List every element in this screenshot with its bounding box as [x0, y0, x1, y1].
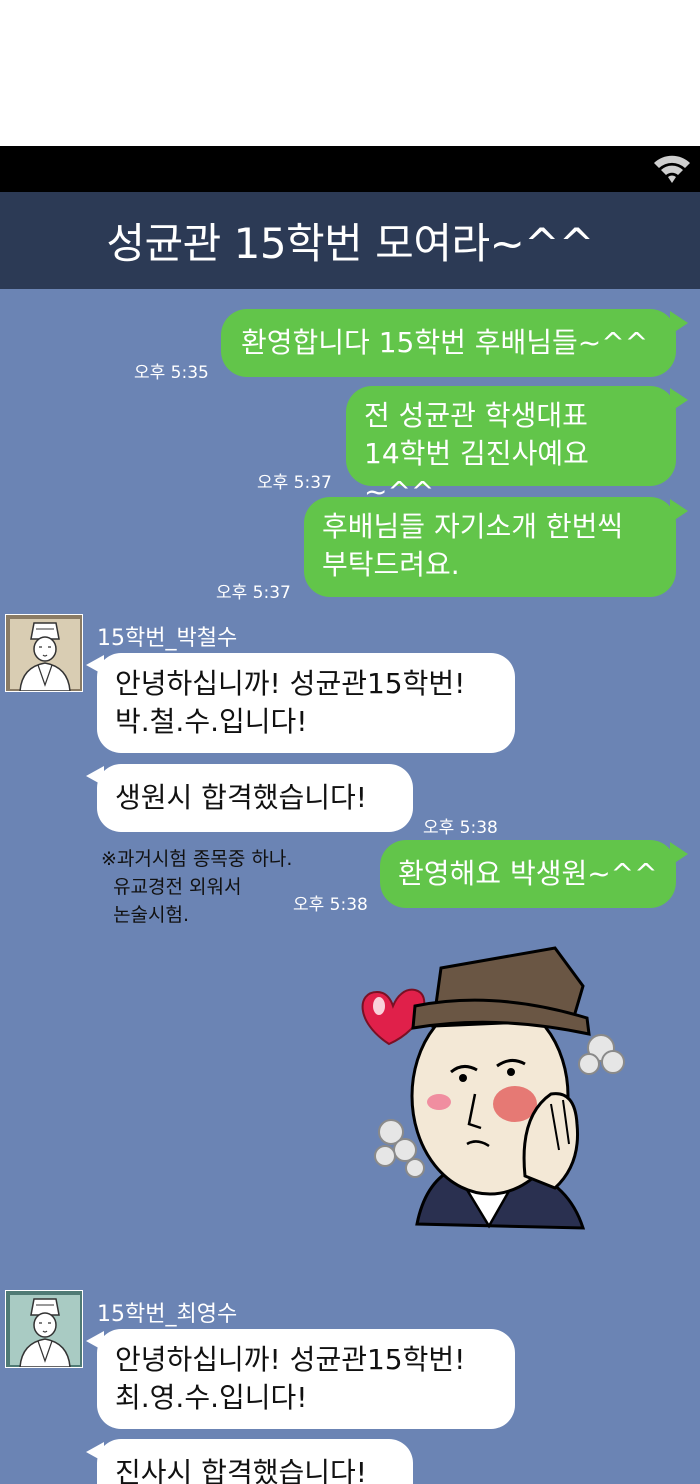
- chat-header: 성균관 15학번 모여라~^^: [0, 192, 700, 289]
- message-text-line: 안녕하십니까! 성균관15학번!: [115, 667, 466, 700]
- avatar-scholar-icon: [6, 615, 82, 691]
- sender-name: 15학번_박철수: [97, 626, 238, 651]
- incoming-message[interactable]: 생원시 합격했습니다!: [97, 764, 413, 832]
- message-time: 오후 5:35: [134, 363, 209, 383]
- message-time: 오후 5:37: [216, 583, 291, 603]
- outgoing-message[interactable]: 환영해요 박생원~^^: [380, 840, 676, 908]
- avatar[interactable]: [5, 1290, 83, 1368]
- chat-room-title: 성균관 15학번 모여라~^^: [106, 219, 594, 268]
- incoming-message[interactable]: 진사시 합격했습니다!: [97, 1439, 413, 1484]
- bubble-tail: [670, 842, 688, 866]
- message-text-line: 부탁드려요.: [322, 548, 460, 581]
- incoming-message[interactable]: 안녕하십니까! 성균관15학번! 박.철.수.입니다!: [97, 653, 515, 753]
- outgoing-message[interactable]: 전 성균관 학생대표 14학번 김진사예요~^^: [346, 386, 676, 508]
- wifi-icon: [654, 155, 690, 183]
- status-bar: [0, 146, 700, 192]
- avatar-scholar-icon: [6, 1291, 82, 1367]
- bubble-tail: [670, 499, 688, 523]
- message-text: 환영해요 박생원~^^: [398, 857, 658, 890]
- sender-name: 15학번_최영수: [97, 1302, 238, 1327]
- avatar[interactable]: [5, 614, 83, 692]
- top-blank-area: [0, 0, 700, 146]
- message-text-line: 전 성균관 학생대표: [364, 399, 588, 432]
- message-text-line: 후배님들 자기소개 한번씩: [322, 510, 624, 543]
- bubble-tail: [670, 388, 688, 412]
- outgoing-message[interactable]: 후배님들 자기소개 한번씩 부탁드려요.: [304, 497, 676, 597]
- incoming-message[interactable]: 안녕하십니까! 성균관15학번! 최.영.수.입니다!: [97, 1329, 515, 1429]
- message-text-line: 최.영.수.입니다!: [115, 1381, 308, 1414]
- message-time: 오후 5:38: [293, 895, 368, 915]
- footnote-annotation: ※과거시험 종목중 하나. 유교경전 외워서 논술시험.: [101, 848, 293, 926]
- bubble-tail: [670, 311, 688, 335]
- message-text: 생원시 합격했습니다!: [115, 781, 367, 814]
- chat-area[interactable]: 오후 5:35 환영합니다 15학번 후배님들~^^ 오후 5:37 전 성균관…: [0, 289, 700, 1484]
- outgoing-message[interactable]: 환영합니다 15학번 후배님들~^^: [221, 309, 676, 377]
- message-time: 오후 5:38: [423, 818, 498, 838]
- message-text: 환영합니다 15학번 후배님들~^^: [241, 326, 649, 359]
- message-text: 진사시 합격했습니다!: [115, 1456, 367, 1484]
- sticker-scholar-blushing[interactable]: [355, 944, 635, 1254]
- message-text-line: 박.철.수.입니다!: [115, 705, 308, 738]
- message-time: 오후 5:37: [257, 473, 332, 493]
- message-text-line: 안녕하십니까! 성균관15학번!: [115, 1343, 466, 1376]
